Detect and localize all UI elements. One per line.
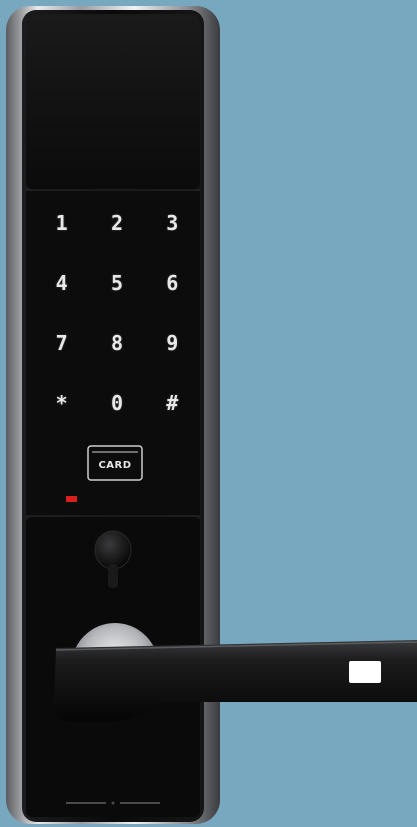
key-star[interactable]: * xyxy=(34,373,89,433)
key-3[interactable]: 3 xyxy=(145,193,200,253)
key-6[interactable]: 6 xyxy=(145,253,200,313)
red-indicator-light xyxy=(66,496,77,502)
key-8[interactable]: 8 xyxy=(89,313,144,373)
key-7[interactable]: 7 xyxy=(34,313,89,373)
key-0[interactable]: 0 xyxy=(89,373,144,433)
top-panel xyxy=(26,14,200,190)
handle-badge xyxy=(349,661,381,683)
key-hash[interactable]: # xyxy=(145,373,200,433)
keypad: 1 2 3 4 5 6 7 8 9 * 0 # xyxy=(34,193,200,433)
key-5[interactable]: 5 xyxy=(89,253,144,313)
card-reader-label[interactable]: CARD xyxy=(88,452,142,478)
keyhole xyxy=(108,564,118,588)
bottom-dot xyxy=(111,801,115,805)
key-2[interactable]: 2 xyxy=(89,193,144,253)
key-cylinder-icon[interactable] xyxy=(94,530,132,570)
door-lock-scene: 1 2 3 4 5 6 7 8 9 * 0 # CARD xyxy=(0,0,417,827)
key-1[interactable]: 1 xyxy=(34,193,89,253)
key-9[interactable]: 9 xyxy=(145,313,200,373)
key-4[interactable]: 4 xyxy=(34,253,89,313)
